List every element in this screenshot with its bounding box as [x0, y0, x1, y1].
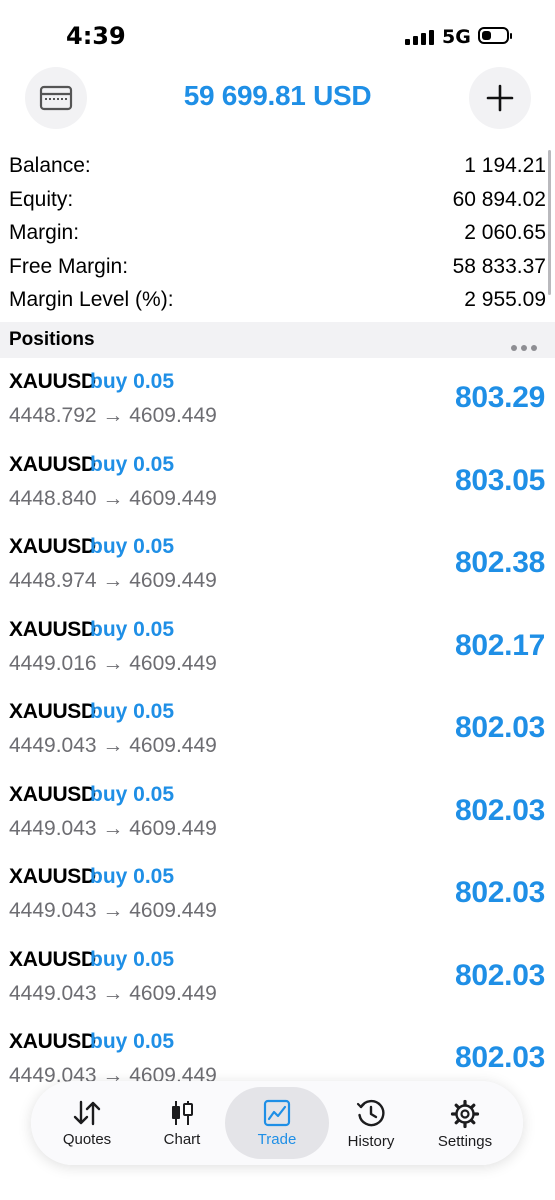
position-row[interactable]: XAUUSD buy 0.05 4449.043 → 4609.449 802.…: [0, 853, 555, 936]
summary-value: 2 060.65: [464, 221, 546, 244]
position-row[interactable]: XAUUSD buy 0.05 4448.840 → 4609.449 803.…: [0, 441, 555, 524]
position-profit: 802.03: [455, 958, 545, 992]
position-type: buy 0.05: [90, 370, 175, 393]
summary-value: 2 955.09: [464, 288, 546, 311]
bottom-tab-bar: Quotes Chart Trade History Settings: [31, 1081, 523, 1165]
trade-chart-icon: [263, 1099, 291, 1127]
position-profit: 802.03: [455, 876, 545, 909]
position-symbol: XAUUSD: [9, 535, 96, 558]
position-profit: 803.05: [455, 463, 545, 497]
position-type: buy 0.05: [90, 782, 175, 806]
status-time: 4:39: [66, 22, 126, 50]
position-prices: 4449.043 → 4609.449: [9, 816, 217, 840]
tab-label: History: [347, 1133, 395, 1150]
tab-label: Trade: [257, 1131, 297, 1148]
network-type: 5G: [442, 26, 471, 48]
position-row[interactable]: XAUUSD buy 0.05 4448.792 → 4609.449 803.…: [0, 358, 555, 441]
positions-list: XAUUSD buy 0.05 4448.792 → 4609.449 803.…: [0, 358, 555, 1101]
scrollbar[interactable]: [548, 150, 551, 295]
position-row[interactable]: XAUUSD buy 0.05 4449.043 → 4609.449 802.…: [0, 771, 555, 854]
position-profit: 802.03: [455, 1041, 545, 1074]
history-clock-icon: [356, 1099, 385, 1127]
summary-value: 60 894.02: [452, 187, 546, 211]
position-type: buy 0.05: [90, 865, 175, 888]
battery-icon: [478, 27, 512, 44]
summary-label: Balance:: [9, 154, 91, 177]
balance-row: Balance: 1 194.21: [0, 150, 555, 184]
position-symbol: XAUUSD: [9, 782, 96, 806]
position-prices: 4449.043 → 4609.449: [9, 734, 217, 757]
margin-level-row: Margin Level (%): 2 955.09: [0, 284, 555, 318]
position-symbol: XAUUSD: [9, 1030, 96, 1053]
plus-icon: [486, 84, 514, 112]
tab-label: Quotes: [62, 1131, 112, 1148]
position-type: buy 0.05: [90, 947, 175, 971]
position-profit: 802.38: [455, 546, 545, 579]
summary-label: Free Margin:: [9, 254, 129, 278]
equity-row: Equity: 60 894.02: [0, 184, 555, 218]
new-order-button[interactable]: [469, 67, 531, 129]
position-symbol: XAUUSD: [9, 617, 96, 641]
tab-history[interactable]: History: [323, 1087, 419, 1159]
position-profit: 802.03: [455, 793, 545, 827]
position-prices: 4449.043 → 4609.449: [9, 899, 217, 922]
position-type: buy 0.05: [90, 1030, 175, 1053]
position-row[interactable]: XAUUSD buy 0.05 4449.016 → 4609.449 802.…: [0, 606, 555, 689]
signal-icon: [405, 29, 435, 45]
position-prices: 4449.043 → 4609.449: [9, 981, 217, 1005]
gear-icon: [450, 1099, 480, 1129]
quotes-arrows-icon: [73, 1100, 101, 1126]
tab-label: Settings: [437, 1133, 493, 1150]
margin-row: Margin: 2 060.65: [0, 217, 555, 251]
position-type: buy 0.05: [90, 535, 175, 558]
position-prices: 4448.974 → 4609.449: [9, 569, 217, 592]
summary-label: Margin Level (%):: [9, 288, 174, 311]
position-prices: 4448.792 → 4609.449: [9, 404, 217, 427]
position-prices: 4448.840 → 4609.449: [9, 486, 217, 510]
summary-value: 1 194.21: [464, 154, 546, 177]
position-symbol: XAUUSD: [9, 865, 96, 888]
position-row[interactable]: XAUUSD buy 0.05 4448.974 → 4609.449 802.…: [0, 523, 555, 606]
more-options-icon[interactable]: [507, 338, 537, 356]
position-type: buy 0.05: [90, 700, 175, 723]
position-symbol: XAUUSD: [9, 947, 96, 971]
position-symbol: XAUUSD: [9, 700, 96, 723]
tab-quotes[interactable]: Quotes: [39, 1087, 135, 1159]
position-symbol: XAUUSD: [9, 370, 96, 393]
position-profit: 802.17: [455, 628, 545, 662]
positions-title: Positions: [9, 329, 95, 350]
tab-trade[interactable]: Trade: [225, 1087, 329, 1159]
status-bar: 4:39 5G: [0, 0, 555, 64]
summary-label: Equity:: [9, 187, 74, 211]
position-type: buy 0.05: [90, 452, 175, 476]
position-row[interactable]: XAUUSD buy 0.05 4449.043 → 4609.449 802.…: [0, 936, 555, 1019]
position-symbol: XAUUSD: [9, 452, 96, 476]
positions-section-header: Positions: [0, 322, 555, 358]
free-margin-row: Free Margin: 58 833.37: [0, 251, 555, 285]
position-profit: 802.03: [455, 711, 545, 744]
candlestick-icon: [172, 1101, 193, 1125]
position-prices: 4449.016 → 4609.449: [9, 651, 217, 675]
summary-label: Margin:: [9, 221, 80, 244]
tab-label: Chart: [163, 1131, 201, 1148]
position-type: buy 0.05: [90, 617, 175, 641]
summary-value: 58 833.37: [452, 254, 546, 278]
tab-settings[interactable]: Settings: [417, 1087, 513, 1159]
position-row[interactable]: XAUUSD buy 0.05 4449.043 → 4609.449 802.…: [0, 688, 555, 771]
account-summary: Balance: 1 194.21 Equity: 60 894.02 Marg…: [0, 150, 555, 318]
position-profit: 803.29: [455, 381, 545, 414]
tab-chart[interactable]: Chart: [134, 1087, 230, 1159]
